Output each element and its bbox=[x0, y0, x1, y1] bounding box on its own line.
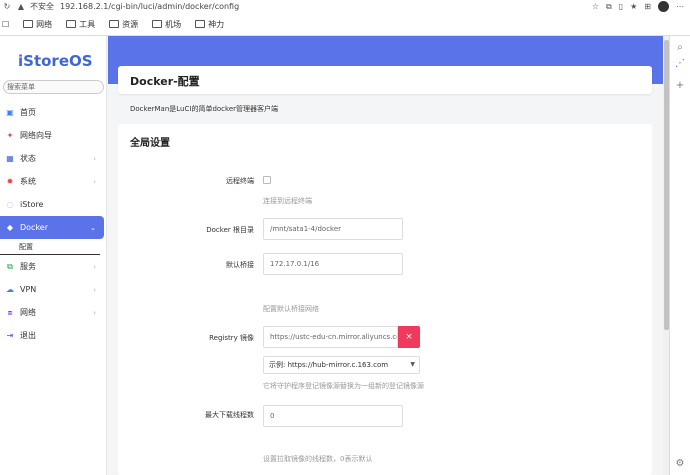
url-field[interactable]: 192.168.2.1/cgi-bin/luci/admin/docker/co… bbox=[60, 2, 239, 11]
default-bridge-label: 默认桥接 bbox=[226, 261, 254, 269]
folder-icon bbox=[109, 20, 120, 28]
folder-icon bbox=[23, 20, 34, 28]
add-icon[interactable]: + bbox=[670, 80, 690, 91]
more-icon[interactable]: ⋯ bbox=[676, 2, 684, 11]
sidebar: iStoreOS 搜索菜单 ▣ 首页 ✦ 网络向导 ▦ 状态 › ✹ 系统 › ◌ iStor… bbox=[0, 36, 107, 475]
collections-icon[interactable]: ⊞ bbox=[644, 2, 651, 11]
vpn-icon: ☁ bbox=[6, 284, 14, 294]
chevron-down-icon: ⌄ bbox=[90, 223, 96, 232]
star-icon[interactable]: ☆ bbox=[592, 2, 599, 11]
folder-icon bbox=[152, 20, 163, 28]
reload-icon[interactable]: ↻ bbox=[0, 2, 14, 11]
folder-icon bbox=[195, 20, 206, 28]
browser-actions: ☆ ⧉ ▯ ★ ⊞ ⋯ bbox=[592, 0, 684, 13]
default-bridge-input[interactable]: 172.17.0.1/16 bbox=[263, 253, 403, 275]
sidebar-item-vpn[interactable]: ☁ VPN › bbox=[0, 278, 104, 301]
registry-input[interactable]: https://ustc-edu-cn.mirror.aliyuncs.com bbox=[263, 326, 398, 348]
copilot-icon[interactable]: ⋰ bbox=[670, 58, 690, 69]
registry-label: Registry 镜像 bbox=[209, 334, 254, 342]
status-icon: ▦ bbox=[6, 153, 14, 163]
sidebar-item-status[interactable]: ▦ 状态 › bbox=[0, 147, 104, 170]
docker-icon: ◆ bbox=[6, 222, 14, 232]
root-dir-label: Docker 根目录 bbox=[206, 226, 254, 234]
bookmarks-menu-icon[interactable]: ☐ bbox=[2, 20, 9, 29]
sidebar-item-istore[interactable]: ◌ iStore bbox=[0, 193, 104, 216]
sidebar-item-docker[interactable]: ◆ Docker ⌄ bbox=[0, 216, 104, 239]
sidebar-item-services[interactable]: ⧉ 服务 › bbox=[0, 255, 104, 278]
sidebar-subitem-config[interactable]: 配置 bbox=[0, 239, 100, 255]
chevron-right-icon: › bbox=[93, 308, 96, 317]
address-row: ↻ ▲ 不安全 192.168.2.1/cgi-bin/luci/admin/d… bbox=[0, 0, 690, 13]
chevron-right-icon: › bbox=[93, 177, 96, 186]
store-icon: ◌ bbox=[6, 199, 14, 209]
folder-icon bbox=[66, 20, 77, 28]
service-icon: ⧉ bbox=[7, 261, 13, 271]
max-download-hint: 设置拉取镜像的线程数，0表示默认 bbox=[263, 455, 373, 463]
sidebar-menu: ▣ 首页 ✦ 网络向导 ▦ 状态 › ✹ 系统 › ◌ iStore ◆ Docker ⌄ 配置 … bbox=[0, 101, 104, 347]
chevron-right-icon: › bbox=[93, 262, 96, 271]
settings-icon[interactable]: ⚙ bbox=[670, 458, 690, 469]
browser-side-panel: ⌕ ⋰ + ⚙ bbox=[669, 36, 690, 475]
max-download-input[interactable]: 0 bbox=[263, 405, 403, 427]
registry-add-select[interactable]: 示例: https://hub-mirror.c.163.com ▼ bbox=[263, 356, 420, 374]
remote-terminal-checkbox[interactable] bbox=[263, 176, 271, 184]
section-title: 全局设置 bbox=[130, 138, 170, 149]
split-icon[interactable]: ▯ bbox=[619, 2, 623, 11]
bookmark-shenli[interactable]: 神力 bbox=[195, 19, 224, 30]
registry-select-value: 示例: https://hub-mirror.c.163.com bbox=[269, 361, 389, 369]
chevron-right-icon: › bbox=[93, 285, 96, 294]
avatar[interactable] bbox=[658, 1, 669, 12]
remote-terminal-label: 远程终端 bbox=[226, 177, 254, 185]
bookmark-airport[interactable]: 机场 bbox=[152, 19, 181, 30]
chevron-right-icon: › bbox=[93, 154, 96, 163]
menu-search-input[interactable]: 搜索菜单 bbox=[3, 80, 104, 94]
search-icon[interactable]: ⌕ bbox=[670, 42, 690, 53]
logo: iStoreOS bbox=[18, 52, 93, 70]
root-dir-input[interactable]: /mnt/sata1-4/docker bbox=[263, 218, 403, 240]
network-icon: ⧈ bbox=[7, 307, 13, 317]
logout-icon: ⇥ bbox=[6, 330, 14, 340]
wizard-icon: ✦ bbox=[6, 130, 14, 140]
security-label: 不安全 bbox=[30, 2, 54, 11]
page-header: Docker-配置 bbox=[118, 66, 652, 94]
registry-hint: 它将守护程序登记镜像源替换为一组新的登记镜像源 bbox=[263, 382, 424, 390]
sidebar-item-network[interactable]: ⧈ 网络 › bbox=[0, 301, 104, 324]
page-description: DockerMan是LuCI的简单docker管理器客户端 bbox=[130, 105, 279, 113]
browser-toolbar: ↻ ▲ 不安全 192.168.2.1/cgi-bin/luci/admin/d… bbox=[0, 0, 690, 36]
page-title: Docker-配置 bbox=[130, 75, 200, 88]
registry-remove-button[interactable]: × bbox=[398, 326, 420, 348]
bookmarks-bar: ☐ 网络 工具 资源 机场 神力 bbox=[0, 14, 690, 34]
bookmark-resources[interactable]: 资源 bbox=[109, 19, 138, 30]
sidebar-item-wizard[interactable]: ✦ 网络向导 bbox=[0, 124, 104, 147]
warning-icon: ▲ bbox=[17, 2, 25, 11]
extensions-icon[interactable]: ⧉ bbox=[606, 2, 612, 12]
scrollbar-thumb[interactable] bbox=[664, 40, 669, 330]
sidebar-item-home[interactable]: ▣ 首页 bbox=[0, 101, 104, 124]
bookmark-tools[interactable]: 工具 bbox=[66, 19, 95, 30]
chevron-down-icon: ▼ bbox=[410, 361, 415, 368]
home-icon: ▣ bbox=[6, 107, 14, 117]
gear-icon: ✹ bbox=[6, 176, 14, 186]
default-bridge-hint: 配置默认桥接网络 bbox=[263, 305, 319, 313]
bookmark-network[interactable]: 网络 bbox=[23, 19, 52, 30]
global-settings-card: 全局设置 远程终端 连接到远程终端 Docker 根目录 /mnt/sata1-… bbox=[118, 124, 652, 475]
max-download-label: 最大下载线程数 bbox=[205, 411, 254, 419]
sidebar-item-logout[interactable]: ⇥ 退出 bbox=[0, 324, 104, 347]
favorites-icon[interactable]: ★ bbox=[630, 2, 637, 11]
remote-terminal-hint: 连接到远程终端 bbox=[263, 197, 312, 205]
sidebar-item-system[interactable]: ✹ 系统 › bbox=[0, 170, 104, 193]
